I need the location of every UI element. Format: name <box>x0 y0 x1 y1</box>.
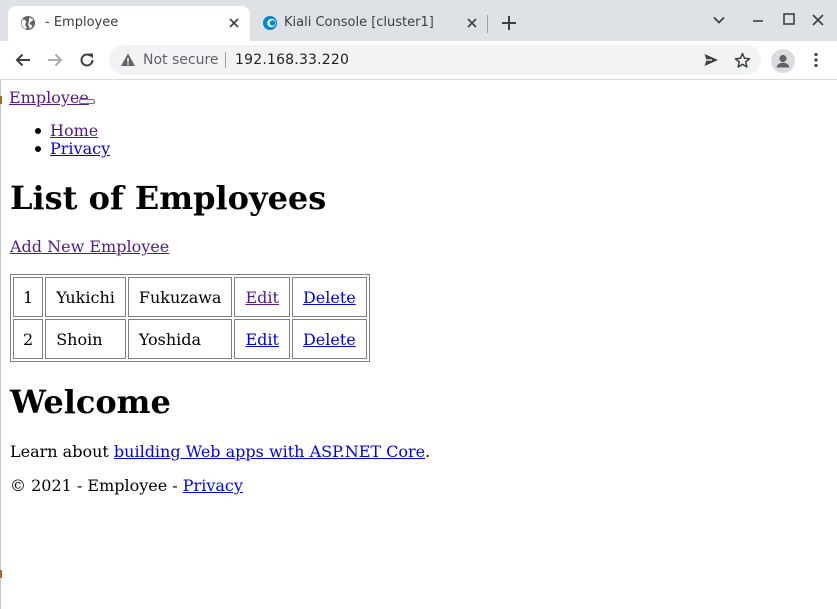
more-menu-icon[interactable] <box>807 51 825 69</box>
table-row: 2 Shoin Yoshida Edit Delete <box>13 319 367 359</box>
nav-item-privacy: Privacy <box>34 139 110 158</box>
tab-employee[interactable]: - Employee <box>8 6 250 41</box>
tab-title: Kiali Console [cluster1] <box>284 15 434 30</box>
brand-link[interactable]: Employee <box>9 88 89 107</box>
delete-cell: Delete <box>291 319 367 359</box>
address-bar[interactable]: Not secure 192.168.33.220 <box>109 45 761 75</box>
maximize-icon[interactable] <box>781 11 797 27</box>
warning-icon[interactable] <box>120 52 136 68</box>
browser-tab-strip: - Employee Kiali Console [cluster1] <box>0 0 837 41</box>
browser-toolbar: Not secure 192.168.33.220 <box>0 41 837 80</box>
tab-search-chevron-icon[interactable] <box>711 12 727 28</box>
new-tab-icon[interactable] <box>500 14 518 32</box>
welcome-heading: Welcome <box>10 383 171 421</box>
nav-link-privacy[interactable]: Privacy <box>50 139 110 158</box>
security-status[interactable]: Not secure <box>143 52 219 68</box>
employee-first-name: Shoin <box>45 319 126 359</box>
navbar-toggle-button[interactable] <box>79 99 95 104</box>
nav-item-home: Home <box>34 121 110 140</box>
employee-first-name: Yukichi <box>45 277 126 317</box>
send-icon[interactable] <box>703 52 719 68</box>
employee-id: 2 <box>13 319 44 359</box>
bookmark-star-icon[interactable] <box>734 52 751 69</box>
reload-icon[interactable] <box>78 51 96 69</box>
page-content: Employee Home Privacy List of Employees … <box>0 80 837 609</box>
tab-divider <box>487 15 488 33</box>
employee-last-name: Yoshida <box>127 319 233 359</box>
kiali-icon <box>263 16 277 30</box>
close-tab-icon[interactable] <box>466 17 478 29</box>
close-tab-icon[interactable] <box>228 17 240 29</box>
footer-privacy-link[interactable]: Privacy <box>183 476 243 495</box>
table-row: 1 Yukichi Fukuzawa Edit Delete <box>13 277 367 317</box>
employee-last-name: Fukuzawa <box>127 277 233 317</box>
forward-arrow-icon[interactable] <box>46 51 64 69</box>
close-window-icon[interactable] <box>810 12 826 28</box>
address-divider <box>225 52 226 68</box>
delete-link[interactable]: Delete <box>303 288 356 307</box>
edge-mark <box>0 570 2 578</box>
minimize-icon[interactable] <box>750 12 766 28</box>
profile-avatar[interactable] <box>771 49 795 73</box>
globe-icon <box>21 16 35 30</box>
learn-suffix: . <box>425 442 431 461</box>
employee-table: 1 Yukichi Fukuzawa Edit Delete 2 Shoin Y… <box>10 274 370 362</box>
person-icon <box>776 54 790 68</box>
employee-id: 1 <box>13 277 44 317</box>
delete-cell: Delete <box>291 277 367 317</box>
aspnet-docs-link[interactable]: building Web apps with ASP.NET Core <box>114 442 425 461</box>
footer-copyright: © 2021 - Employee - <box>10 476 183 495</box>
learn-paragraph: Learn about building Web apps with ASP.N… <box>10 442 430 461</box>
edit-link[interactable]: Edit <box>245 288 278 307</box>
page-title: List of Employees <box>10 179 327 217</box>
edit-cell: Edit <box>234 319 290 359</box>
delete-link[interactable]: Delete <box>303 330 356 349</box>
tab-kiali[interactable]: Kiali Console [cluster1] <box>250 6 486 41</box>
nav-list: Home Privacy <box>34 121 110 158</box>
add-employee-link[interactable]: Add New Employee <box>10 237 169 256</box>
nav-link-home[interactable]: Home <box>50 121 98 140</box>
edit-link[interactable]: Edit <box>245 330 278 349</box>
edge-mark <box>0 96 2 104</box>
learn-prefix: Learn about <box>10 442 114 461</box>
back-arrow-icon[interactable] <box>14 51 32 69</box>
url-text[interactable]: 192.168.33.220 <box>235 52 349 68</box>
footer: © 2021 - Employee - Privacy <box>10 476 243 495</box>
tab-title: - Employee <box>45 15 119 30</box>
edit-cell: Edit <box>234 277 290 317</box>
